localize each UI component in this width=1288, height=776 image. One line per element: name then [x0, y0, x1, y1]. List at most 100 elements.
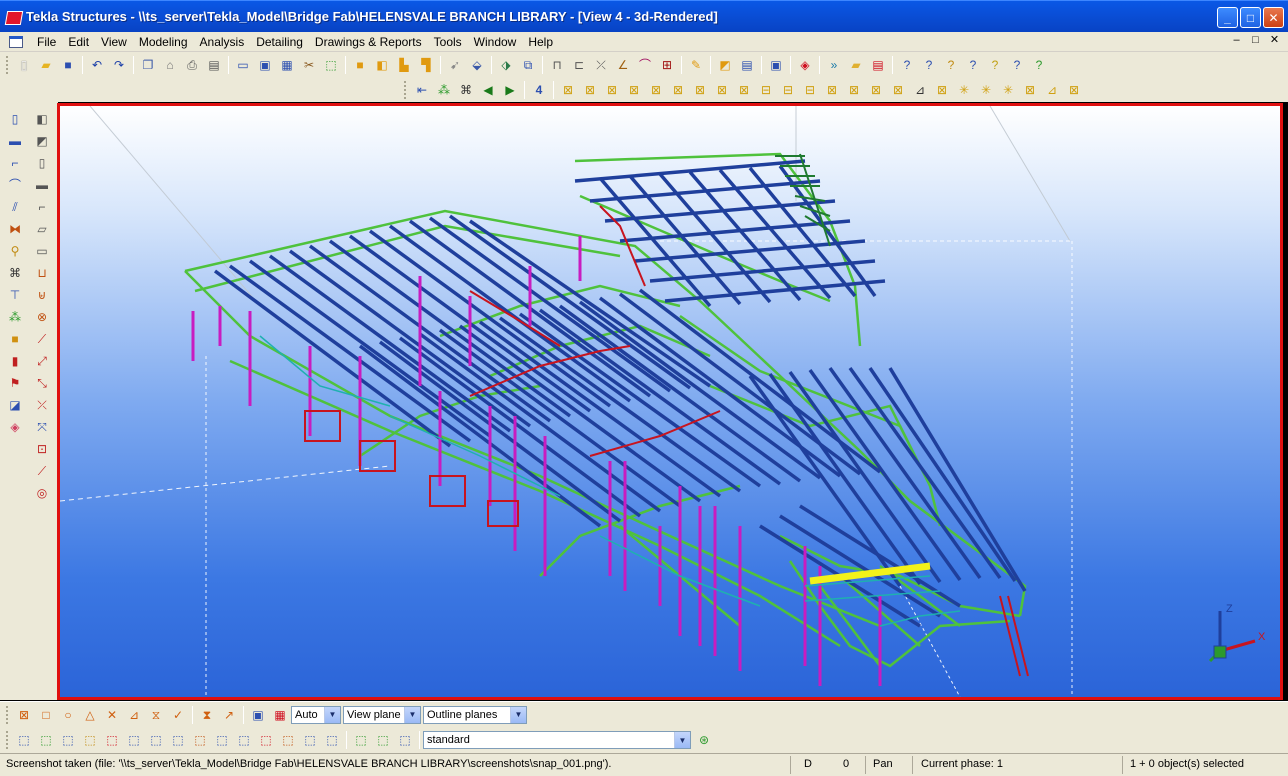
snap-19-icon[interactable]: ✳: [953, 79, 975, 100]
select-rebar-icon[interactable]: ⬚: [277, 730, 299, 751]
maximize-button[interactable]: □: [1240, 7, 1261, 28]
doc-restore-button[interactable]: □: [1248, 34, 1263, 48]
toolbar-grip[interactable]: [6, 55, 10, 74]
folder-icon[interactable]: ▰: [845, 54, 867, 75]
select-surface-icon[interactable]: ⬚: [57, 730, 79, 751]
report-icon[interactable]: ▤: [867, 54, 889, 75]
filter-toolbar-grip[interactable]: [6, 731, 10, 749]
document-icon[interactable]: [9, 35, 23, 48]
cast-unit-icon[interactable]: ▙: [393, 54, 415, 75]
select-load-icon[interactable]: ⬚: [299, 730, 321, 751]
select-all-icon[interactable]: ⇤: [411, 79, 433, 100]
layout-icon[interactable]: ▦: [276, 54, 298, 75]
weld-icon[interactable]: ⚲: [4, 240, 26, 262]
assembly-icon[interactable]: ◧: [371, 54, 393, 75]
snap-21-icon[interactable]: ✳: [997, 79, 1019, 100]
select-point-icon[interactable]: ⬚: [167, 730, 189, 751]
point-icon[interactable]: ⤫: [590, 54, 612, 75]
snap-10-icon[interactable]: ⊟: [755, 79, 777, 100]
angle-icon[interactable]: ∠: [612, 54, 634, 75]
weld-prep-icon[interactable]: ◈: [4, 416, 26, 438]
concrete-beam-icon[interactable]: ▬: [31, 174, 53, 196]
snap-16-icon[interactable]: ⊠: [887, 79, 909, 100]
help-query-icon[interactable]: ?: [896, 54, 918, 75]
help-grid-icon[interactable]: ?: [962, 54, 984, 75]
snap-hourglass-icon[interactable]: ⧗: [196, 704, 218, 725]
outline-select[interactable]: Outline planes ▼: [423, 705, 527, 724]
print-icon[interactable]: ⎙: [181, 54, 203, 75]
snap-13-icon[interactable]: ⊠: [821, 79, 843, 100]
rebar-group-icon[interactable]: ⊌: [31, 284, 53, 306]
menu-drawings-reports[interactable]: Drawings & Reports: [309, 35, 428, 49]
chevron-down-icon[interactable]: ▼: [404, 706, 420, 723]
filter-settings-icon[interactable]: ⊛: [693, 730, 715, 751]
snap-center-icon[interactable]: ○: [57, 704, 79, 725]
snap-15-icon[interactable]: ⊠: [865, 79, 887, 100]
analysis-line-icon[interactable]: ⟋: [31, 460, 53, 482]
minimize-button[interactable]: _: [1217, 7, 1238, 28]
forward-icon[interactable]: »: [823, 54, 845, 75]
menu-analysis[interactable]: Analysis: [194, 35, 251, 49]
select-all-filter-icon[interactable]: ⬚: [13, 730, 35, 751]
select-bolt-icon[interactable]: ⬚: [189, 730, 211, 751]
bolt-icon[interactable]: ⧓: [4, 218, 26, 240]
3d-rendered-view[interactable]: Z X: [57, 103, 1283, 700]
load-uniform-icon[interactable]: ⤫: [31, 394, 53, 416]
chamfer-icon[interactable]: ▮: [4, 350, 26, 372]
select-component-icon[interactable]: ⬚: [211, 730, 233, 751]
close-button[interactable]: ✕: [1263, 7, 1284, 28]
twin-profile-icon[interactable]: ⫽: [4, 196, 26, 218]
save-icon[interactable]: ■: [57, 54, 79, 75]
snap-part-icon[interactable]: ▣: [247, 704, 269, 725]
reinforcement-icon[interactable]: ⊔: [31, 262, 53, 284]
snap-9-icon[interactable]: ⊠: [733, 79, 755, 100]
snap-24-icon[interactable]: ⊠: [1063, 79, 1085, 100]
select-weld-icon[interactable]: ⬚: [79, 730, 101, 751]
redo-icon[interactable]: ↷: [108, 54, 130, 75]
select-cut-icon[interactable]: ⬚: [101, 730, 123, 751]
menu-file[interactable]: File: [31, 35, 62, 49]
select-reference-icon[interactable]: ⬚: [255, 730, 277, 751]
snap-extension-icon[interactable]: ⊿: [123, 704, 145, 725]
selection-filter-select[interactable]: standard ▼: [423, 731, 691, 749]
snap-11-icon[interactable]: ⊟: [777, 79, 799, 100]
column-icon[interactable]: ▯: [4, 108, 26, 130]
cube-icon[interactable]: ⧉: [517, 54, 539, 75]
doc-minimize-button[interactable]: –: [1229, 34, 1244, 48]
chevron-down-icon[interactable]: ▼: [324, 706, 340, 723]
copy-icon[interactable]: ❐: [137, 54, 159, 75]
snap-points-icon[interactable]: ⁂: [433, 79, 455, 100]
snap-perpendicular-icon[interactable]: ✕: [101, 704, 123, 725]
clash-check-icon[interactable]: ◈: [794, 54, 816, 75]
snap-14-icon[interactable]: ⊠: [843, 79, 865, 100]
phase-icon[interactable]: 4: [528, 79, 550, 100]
move-icon[interactable]: ⌂: [159, 54, 181, 75]
analysis-node-icon[interactable]: ◎: [31, 482, 53, 504]
plate-icon[interactable]: ◧: [31, 108, 53, 130]
snap-2-icon[interactable]: ⊠: [579, 79, 601, 100]
clipboard-icon[interactable]: ▤: [203, 54, 225, 75]
binoculars-left-icon[interactable]: ⌘: [4, 262, 26, 284]
load-panel-icon[interactable]: ⤧: [31, 416, 53, 438]
window-icon[interactable]: ▭: [232, 54, 254, 75]
snap-18-icon[interactable]: ⊠: [931, 79, 953, 100]
menu-detailing[interactable]: Detailing: [250, 35, 309, 49]
snap-nearest-icon[interactable]: ⧖: [145, 704, 167, 725]
menu-edit[interactable]: Edit: [62, 35, 95, 49]
panel-icon[interactable]: ⌐: [31, 196, 53, 218]
binoculars-icon[interactable]: ⌘: [455, 79, 477, 100]
new-icon[interactable]: ▯: [13, 54, 35, 75]
menu-tools[interactable]: Tools: [428, 35, 468, 49]
snap-1-icon[interactable]: ⊠: [557, 79, 579, 100]
concrete-column-icon[interactable]: ▯: [31, 152, 53, 174]
snap-4-icon[interactable]: ⊠: [623, 79, 645, 100]
help-view-icon[interactable]: ?: [1028, 54, 1050, 75]
pour-icon[interactable]: ▜: [415, 54, 437, 75]
select-view-icon[interactable]: ⬚: [233, 730, 255, 751]
numbering-icon[interactable]: ▤: [736, 54, 758, 75]
load-point-icon[interactable]: ⟋: [31, 328, 53, 350]
help-pointer-icon[interactable]: ?: [918, 54, 940, 75]
curved-beam-icon[interactable]: ⌒: [4, 174, 26, 196]
snap-3-icon[interactable]: ⊠: [601, 79, 623, 100]
snap-arrow-icon[interactable]: ↗: [218, 704, 240, 725]
